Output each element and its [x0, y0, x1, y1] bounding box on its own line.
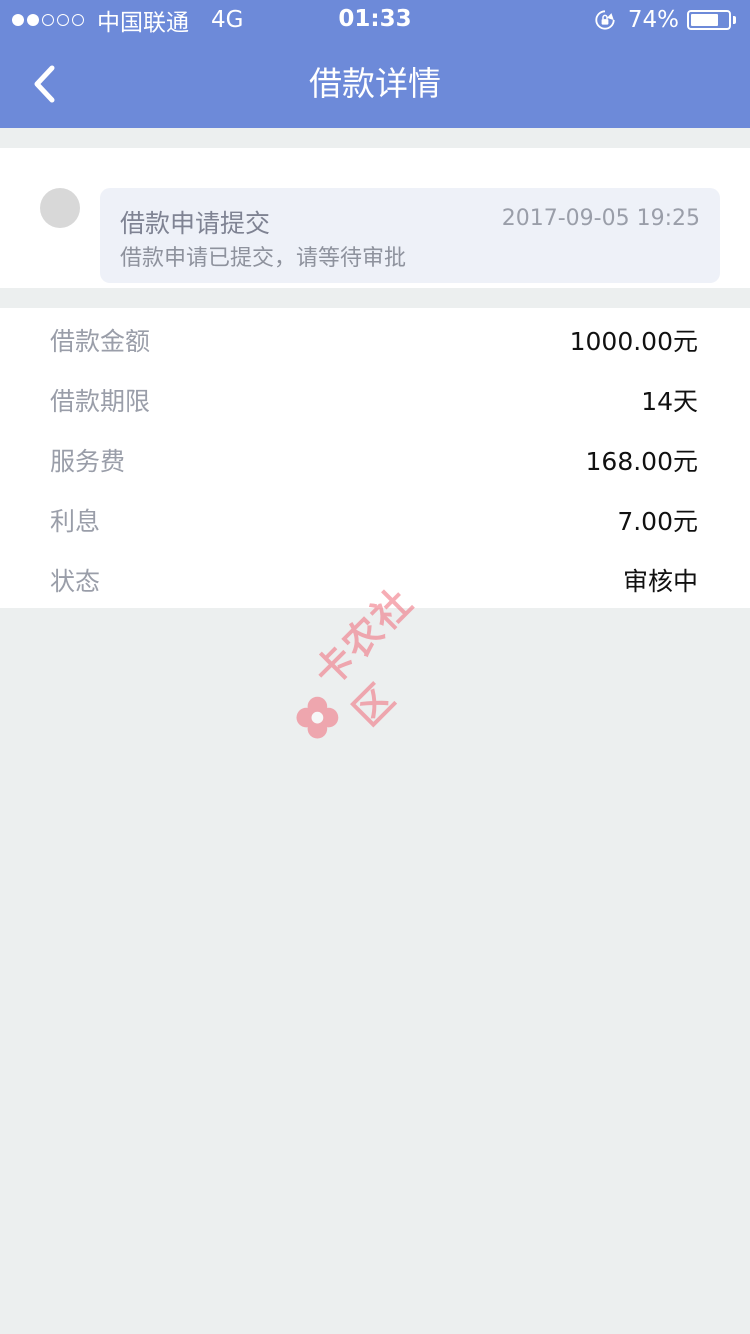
timeline-dot — [40, 188, 80, 228]
detail-row-amount: 借款金额 1000.00元 — [0, 308, 750, 368]
battery-fill — [691, 14, 718, 26]
detail-label: 借款期限 — [50, 387, 151, 416]
battery-icon — [687, 10, 731, 30]
detail-row-service-fee: 服务费 168.00元 — [0, 428, 750, 488]
detail-label: 利息 — [50, 507, 101, 536]
detail-value: 14天 — [641, 387, 698, 416]
nav-bar: 借款详情 — [0, 40, 750, 128]
detail-value: 7.00元 — [617, 507, 698, 536]
timeline-event: 借款申请提交 2017-09-05 19:25 借款申请已提交，请等待审批 — [100, 188, 720, 283]
rotation-lock-icon — [595, 10, 615, 30]
status-right: 74% — [594, 6, 736, 34]
detail-value: 168.00元 — [585, 447, 698, 476]
event-time: 2017-09-05 19:25 — [501, 206, 700, 231]
detail-label: 状态 — [50, 567, 101, 596]
status-bar: 中国联通 4G 01:33 74% — [0, 0, 750, 40]
status-value: 审核中 — [622, 567, 698, 596]
event-description: 借款申请已提交，请等待审批 — [120, 246, 407, 271]
detail-row-interest: 利息 7.00元 — [0, 488, 750, 548]
battery-percent: 74% — [627, 7, 679, 33]
battery-tip — [733, 16, 736, 24]
detail-label: 服务费 — [50, 447, 126, 476]
event-title: 借款申请提交 — [120, 209, 271, 238]
loan-details: 借款金额 1000.00元 借款期限 14天 服务费 168.00元 利息 7.… — [0, 308, 750, 608]
timeline-card: 借款申请提交 2017-09-05 19:25 借款申请已提交，请等待审批 — [0, 148, 750, 288]
detail-value: 1000.00元 — [569, 327, 698, 356]
detail-label: 借款金额 — [50, 327, 151, 356]
page-title: 借款详情 — [309, 64, 441, 103]
detail-row-term: 借款期限 14天 — [0, 368, 750, 428]
